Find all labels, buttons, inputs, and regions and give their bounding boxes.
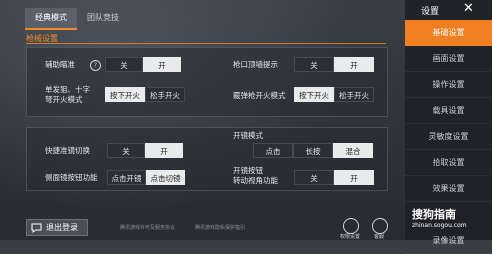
weapon-panel: 辅助瞄准 ? 关 开 枪口顶墙提示 关 开 单发狙、十字 弩开火模式 按下开火 … — [26, 47, 388, 117]
scope-view-label-1: 开镜按钮 — [233, 166, 263, 175]
permission-label: 权限设置 — [340, 234, 361, 240]
side-scope-switch[interactable]: 点击切镜 — [146, 170, 185, 185]
single-fire-release[interactable]: 松手开火 — [145, 87, 185, 102]
scope-mode-select: 点击 长按 混合 — [253, 143, 373, 158]
shotgun-fire-select: 按下开火 松手开火 — [294, 87, 374, 102]
aim-assist-off[interactable]: 关 — [105, 57, 143, 72]
scope-mode-mixed[interactable]: 混合 — [333, 143, 373, 158]
watermark-logo: 搜狗指南 — [412, 208, 456, 221]
background — [0, 0, 405, 240]
sidebar-item-graphics[interactable]: 画面设置 — [405, 46, 492, 72]
single-fire-select: 按下开火 松手开火 — [105, 87, 185, 102]
help-icon[interactable]: ? — [90, 60, 101, 71]
service-agreement-link[interactable]: 腾讯游戏许可及服务协议 — [120, 224, 175, 231]
quick-scope-on[interactable]: 开 — [145, 143, 183, 158]
tab-classic[interactable]: 经典模式 — [25, 8, 77, 30]
scope-mode-tap[interactable]: 点击 — [253, 143, 293, 158]
single-fire-label-1: 单发狙、十字 — [45, 85, 90, 94]
shotgun-fire-press[interactable]: 按下开火 — [294, 87, 334, 102]
muzzle-hint-off[interactable]: 关 — [294, 57, 334, 72]
support-label: 客服 — [374, 234, 385, 240]
sidebar-header: 设置 ✕ — [405, 0, 492, 20]
sidebar-title: 设置 — [421, 7, 440, 17]
scope-view-on[interactable]: 开 — [334, 170, 374, 185]
muzzle-hint-toggle: 关 开 — [294, 57, 374, 72]
scope-view-label-2: 转动视角功能 — [233, 176, 278, 185]
sidebar-item-effects[interactable]: 效果设置 — [405, 176, 492, 202]
sidebar-item-pickup[interactable]: 拾取设置 — [405, 150, 492, 176]
settings-sidebar: 设置 ✕ 基础设置 画面设置 操作设置 载具设置 灵敏度设置 拾取设置 效果设置… — [405, 0, 492, 254]
scope-panel: 开镜模式 点击 长按 混合 快捷准镜切换 关 开 侧面镜按钮功能 点击开镜 点击… — [26, 127, 388, 191]
quick-scope-label: 快捷准镜切换 — [45, 146, 90, 155]
scope-mode-hold[interactable]: 长按 — [293, 143, 333, 158]
shotgun-fire-release[interactable]: 松手开火 — [334, 87, 374, 102]
aim-assist-toggle: 关 开 — [105, 57, 181, 72]
muzzle-hint-on[interactable]: 开 — [334, 57, 374, 72]
shotgun-fire-label: 霰弹枪开火模式 — [233, 91, 286, 100]
sidebar-item-vehicle[interactable]: 载具设置 — [405, 98, 492, 124]
sidebar-item-sensitivity[interactable]: 灵敏度设置 — [405, 124, 492, 150]
single-fire-press[interactable]: 按下开火 — [105, 87, 145, 102]
support-icon[interactable] — [372, 218, 388, 234]
quick-scope-off[interactable]: 关 — [107, 143, 145, 158]
chat-icon — [31, 223, 42, 233]
logout-button[interactable]: 退出登录 — [26, 219, 88, 236]
quick-scope-toggle: 关 开 — [107, 143, 183, 158]
single-fire-label-2: 弩开火模式 — [45, 95, 83, 104]
sidebar-item-controls[interactable]: 操作设置 — [405, 72, 492, 98]
side-scope-select: 点击开镜 点击切镜 — [107, 170, 185, 185]
privacy-link[interactable]: 腾讯游戏隐私保护指引 — [195, 224, 245, 231]
mode-tabs: 经典模式 团队竞技 — [25, 8, 129, 30]
watermark-url: zhinan.sogou.com — [412, 222, 467, 229]
aim-assist-on[interactable]: 开 — [143, 57, 181, 72]
scope-view-off[interactable]: 关 — [294, 170, 334, 185]
muzzle-hint-label: 枪口顶墙提示 — [233, 60, 278, 69]
aim-assist-label: 辅助瞄准 — [45, 60, 75, 69]
sidebar-item-recording[interactable]: 录像设置 — [405, 228, 492, 254]
permission-icon[interactable] — [343, 218, 359, 234]
scope-view-toggle: 关 开 — [294, 170, 374, 185]
tab-team[interactable]: 团队竞技 — [77, 8, 129, 28]
logout-label: 退出登录 — [46, 223, 78, 232]
scope-mode-label: 开镜模式 — [233, 131, 263, 140]
section-divider — [26, 43, 386, 44]
close-icon[interactable]: ✕ — [463, 2, 474, 16]
sidebar-item-basic[interactable]: 基础设置 — [405, 20, 492, 46]
side-scope-label: 侧面镜按钮功能 — [45, 173, 98, 182]
side-scope-open[interactable]: 点击开镜 — [107, 170, 146, 185]
